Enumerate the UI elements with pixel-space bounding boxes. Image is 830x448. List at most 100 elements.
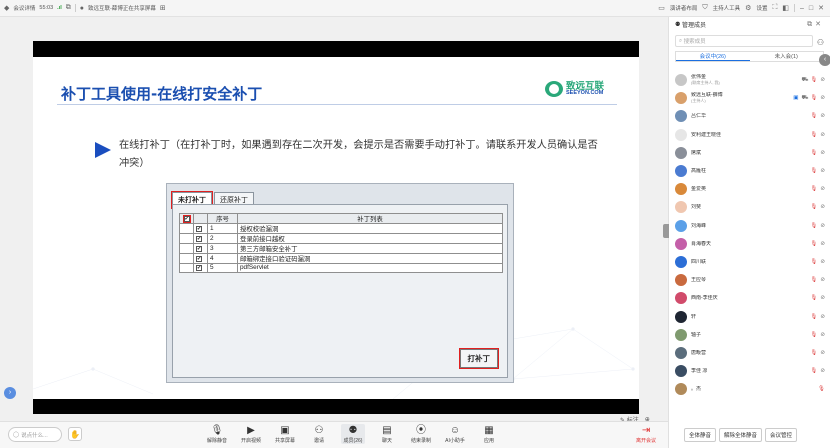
panel-window-controls[interactable]: ⧉✕ bbox=[807, 20, 824, 29]
ai-assistant-button[interactable]: ☺ AI小助手 bbox=[443, 424, 467, 444]
member-name: 西南-李佳庆 bbox=[691, 295, 718, 302]
panel-title: 管理成员 bbox=[682, 22, 707, 29]
avatar bbox=[675, 110, 687, 123]
fullscreen-icon[interactable]: ⛶ bbox=[772, 4, 777, 12]
host-tools-dropdown[interactable]: 主持人工具 bbox=[713, 4, 741, 12]
member-item[interactable]: 西南-李佳庆 🎙 ⊘ bbox=[669, 289, 830, 307]
camera-off-icon: ⊘ bbox=[820, 240, 825, 247]
member-item[interactable]: 。杰 🎙 bbox=[669, 380, 830, 398]
member-search-input[interactable]: ⌕ 搜索成员 bbox=[675, 35, 813, 47]
member-role: (主持人) bbox=[691, 98, 706, 104]
avatar bbox=[675, 310, 687, 323]
maximize-icon[interactable]: □ bbox=[809, 5, 813, 12]
avatar bbox=[675, 365, 687, 378]
unmute-all-button[interactable]: 解除全体静音 bbox=[719, 427, 763, 442]
mic-muted-icon: 🎙 bbox=[810, 277, 818, 284]
member-item[interactable]: 张伟金 (联席主持人, 我) ⛟ 🎙 ⊘ bbox=[669, 71, 830, 89]
avatar bbox=[675, 383, 687, 396]
member-item[interactable]: 高雁柱 🎙 ⊘ bbox=[669, 162, 830, 180]
tab-not-joined[interactable]: 未入会(1) bbox=[750, 52, 824, 61]
member-item[interactable]: 轩 🎙 ⊘ bbox=[669, 307, 830, 325]
bullet-text: 在线打补丁（在打补丁时，如果遇到存在二次开发，会提示是否需要手动打补丁。请联系开… bbox=[119, 140, 598, 169]
members-icon: ⚉ bbox=[348, 425, 358, 436]
avatar bbox=[675, 328, 687, 341]
member-item[interactable]: 金爱英 🎙 ⊘ bbox=[669, 180, 830, 198]
avatar bbox=[675, 146, 687, 159]
mute-all-button[interactable]: 全体静音 bbox=[684, 427, 717, 442]
member-item[interactable]: 轴子 🎙 ⊘ bbox=[669, 326, 830, 344]
camera-off-icon: ⊘ bbox=[820, 131, 825, 138]
avatar bbox=[675, 237, 687, 250]
avatar bbox=[675, 201, 687, 214]
ai-icon: ☺ bbox=[449, 425, 461, 436]
member-item[interactable]: 唐畈营 🎙 ⊘ bbox=[669, 344, 830, 362]
camera-off-icon: ⊘ bbox=[820, 258, 825, 265]
minimize-icon[interactable]: – bbox=[800, 5, 804, 12]
row-name: 邮箱绑定接口验证码漏洞 bbox=[237, 253, 503, 264]
leave-meeting-button[interactable]: ⇥ 离开会议 bbox=[636, 424, 656, 444]
start-video-button[interactable]: ▶ 开启视频 bbox=[239, 424, 263, 444]
patch-table: ✔ 序号 补丁列表 ✔ 1 授权校验漏洞 ✔ 2 登录前接口越权 ✔ 3 第三方邮箱安全补丁… bbox=[179, 213, 503, 273]
camera-off-icon: ⊘ bbox=[820, 368, 825, 375]
raise-hand-icon[interactable]: ✋ bbox=[68, 427, 82, 441]
meeting-info-icon[interactable]: ◆ bbox=[4, 4, 9, 12]
members-button[interactable]: ⚉ 成员(26) bbox=[341, 424, 365, 444]
member-item[interactable]: 四川联 🎙 ⊘ bbox=[669, 253, 830, 271]
row-no: 3 bbox=[207, 243, 238, 254]
member-name: 刘斐 bbox=[691, 204, 702, 211]
row-checkbox: ✔ bbox=[196, 226, 202, 232]
stop-recording-button[interactable]: ⦿ 结束录制 bbox=[409, 424, 433, 444]
avatar bbox=[675, 165, 687, 178]
member-item[interactable]: 王应琴 🎙 ⊘ bbox=[669, 271, 830, 289]
member-item[interactable]: 肖海春天 🎙 ⊘ bbox=[669, 235, 830, 253]
sidebar-toggle-icon[interactable]: ◧ bbox=[782, 4, 789, 12]
camera-off-icon: ⊘ bbox=[820, 222, 825, 229]
avatar bbox=[675, 74, 687, 87]
speaker-layout-dropdown[interactable]: 演讲者布局 bbox=[670, 4, 698, 12]
invite-icon: ⚇ bbox=[314, 425, 324, 436]
avatar bbox=[675, 92, 687, 105]
settings-button[interactable]: 设置 bbox=[756, 4, 767, 12]
tab-in-meeting[interactable]: 会议中(26) bbox=[676, 52, 750, 61]
chat-button[interactable]: ▤ 聊天 bbox=[375, 424, 399, 444]
member-item[interactable]: 致远互联-薛博 (主持人) ▣ ⛟ 🎙 ⊘ bbox=[669, 89, 830, 107]
member-item[interactable]: 刘海峰 🎙 ⊘ bbox=[669, 217, 830, 235]
record-icon: ⦿ bbox=[416, 425, 426, 436]
mic-muted-icon: 🎙 bbox=[810, 113, 818, 120]
leave-icon: ⇥ bbox=[641, 425, 651, 436]
collapse-panel-icon[interactable]: ‹ bbox=[819, 54, 830, 66]
meeting-control-dropdown[interactable]: 会议管控 bbox=[765, 427, 798, 442]
screen-share-icon: ▣ bbox=[280, 425, 290, 436]
chat-input[interactable]: ◯ 说点什么... bbox=[8, 427, 62, 442]
signal-icon: .ıl bbox=[57, 5, 62, 11]
expand-left-icon[interactable]: › bbox=[4, 387, 16, 399]
member-name: 轩 bbox=[691, 313, 697, 320]
apps-button[interactable]: ▦ 应用 bbox=[477, 424, 501, 444]
member-item[interactable]: 刘斐 🎙 ⊘ bbox=[669, 198, 830, 216]
add-member-icon[interactable]: ⚇ bbox=[817, 38, 824, 47]
close-icon[interactable]: ✕ bbox=[818, 4, 824, 12]
camera-off-icon: ⊘ bbox=[820, 204, 825, 211]
member-item[interactable]: 吕仁华 🎙 ⊘ bbox=[669, 107, 830, 125]
member-name: 刘海峰 bbox=[691, 222, 707, 229]
invite-button[interactable]: ⚇ 邀请 bbox=[307, 424, 331, 444]
row-name: 第三方邮箱安全补丁 bbox=[237, 243, 503, 254]
member-name: 王应琴 bbox=[691, 277, 707, 284]
gear-icon: ⚙ bbox=[745, 5, 752, 12]
mic-muted-icon: 🎙 bbox=[810, 186, 818, 193]
member-item[interactable]: 席斌 🎙 ⊘ bbox=[669, 144, 830, 162]
unmute-button[interactable]: 🎙 解除静音 bbox=[205, 424, 229, 444]
avatar bbox=[675, 219, 687, 232]
meeting-details-link[interactable]: 会议详情 bbox=[13, 4, 35, 12]
camera-off-icon: ⊘ bbox=[820, 313, 825, 320]
mic-muted-icon: 🎙 bbox=[810, 168, 818, 175]
pip-icon[interactable]: ⧉ bbox=[66, 4, 71, 12]
member-name: 安利建王晓佳 bbox=[691, 131, 722, 138]
member-item[interactable]: 安利建王晓佳 🎙 ⊘ bbox=[669, 126, 830, 144]
top-bar: ◆ 会议详情 55:03 .ıl ⧉ ● 致远互联-薛博正在共享屏幕 ⊞ ▭ 演… bbox=[0, 0, 830, 17]
member-list: 张伟金 (联席主持人, 我) ⛟ 🎙 ⊘ 致远互联-薛博 (主持人) ▣ ⛟ 🎙 ⊘ 吕仁华 🎙 ⊘ 安利建… bbox=[669, 71, 830, 398]
share-screen-button[interactable]: ▣ 共享屏幕 bbox=[273, 424, 297, 444]
member-item[interactable]: 李佳 凉 🎙 ⊘ bbox=[669, 362, 830, 380]
avatar bbox=[675, 274, 687, 287]
grid-icon[interactable]: ⊞ bbox=[160, 4, 166, 12]
